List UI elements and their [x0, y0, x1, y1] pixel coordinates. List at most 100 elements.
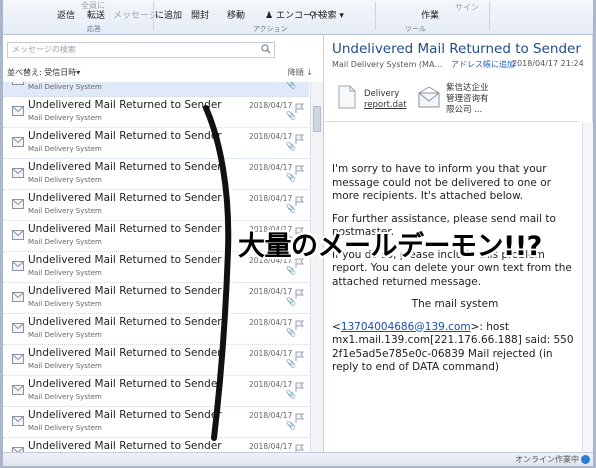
message-date: 2018/04/17 — [249, 132, 293, 141]
status-bar: オンライン作業中 — [3, 452, 593, 466]
add-to-button[interactable]: に追加 — [155, 8, 182, 21]
message-sender: Mail Delivery System — [28, 83, 102, 91]
body-paragraph: <13704004686@139.com>: host mx1.mail.139… — [332, 320, 574, 374]
globe-icon — [581, 455, 590, 464]
message-date: 2018/04/17 — [249, 380, 293, 389]
ribbon-separator — [153, 2, 154, 30]
sort-order[interactable]: 降順 ↓ — [288, 67, 313, 78]
search-icon[interactable] — [261, 44, 271, 54]
envelope-icon — [12, 416, 24, 426]
overlay-caption: 大量のメールデーモン!!? — [238, 231, 542, 262]
ribbon: 返信 全員に 転送 メッセージ 応答 に追加 開封 移動 ♟ エンコード ⚲ 検… — [3, 0, 593, 35]
reading-scrollbar[interactable] — [582, 122, 593, 452]
envelope-icon — [12, 106, 24, 116]
ribbon-separator — [489, 2, 490, 30]
add-contact-link[interactable]: アドレス帳に追加 — [451, 60, 515, 69]
message-sender: Mail Delivery System — [28, 393, 102, 401]
message-subject: Undelivered Mail Returned to Sender — [332, 41, 581, 57]
flag-icon[interactable] — [295, 413, 305, 423]
search-input[interactable]: メッセージの検索 — [7, 42, 275, 58]
message-date: 2018/04/17 — [249, 318, 293, 327]
message-row[interactable]: Undelivered Mail Returned to SenderMail … — [3, 314, 309, 345]
list-scrollbar[interactable] — [310, 82, 323, 454]
recipient-link[interactable]: 13704004686@139.com — [341, 321, 471, 333]
envelope-icon — [12, 261, 24, 271]
message-meta: Mail Delivery System (MA… アドレス帳に追加 2018/… — [332, 59, 584, 70]
encode-icon: ♟ — [265, 11, 274, 21]
message-sender: Mail Delivery System — [28, 207, 102, 215]
message-date: 2018/04/17 — [249, 411, 293, 420]
task-button[interactable]: 作業 — [421, 8, 439, 21]
sender-name[interactable]: Mail Delivery System (MA… — [332, 60, 442, 69]
message-sender: Mail Delivery System — [28, 238, 102, 246]
move-button[interactable]: 移動 — [227, 8, 245, 21]
forward-button[interactable]: 転送 — [87, 8, 105, 21]
message-row[interactable]: Undelivered Mail Returned to SenderMail … — [3, 407, 309, 438]
envelope-icon — [12, 199, 24, 209]
message-row[interactable]: Undelivered Mail Returned to SenderMail … — [3, 345, 309, 376]
message-sender: Mail Delivery System — [28, 300, 102, 308]
message-date: 2018/04/17 — [249, 163, 293, 172]
message-date: 2018/04/17 — [249, 287, 293, 296]
attachment-name: 紫信达企业 管理咨询有 限公司 ... — [446, 83, 489, 115]
envelope-icon — [12, 82, 24, 85]
search-placeholder: メッセージの検索 — [12, 45, 76, 54]
flag-icon[interactable] — [295, 351, 305, 361]
message-date: 2018/04/17 — [249, 194, 293, 203]
reply-button[interactable]: 返信 — [57, 8, 75, 21]
attachment-delivery-report[interactable]: Delivery report.dat — [338, 83, 418, 123]
attachment-icon: 📎 — [286, 82, 296, 89]
message-sender: Mail Delivery System — [28, 145, 102, 153]
ribbon-separator — [375, 2, 376, 30]
envelope-icon — [12, 354, 24, 364]
search-label: 検索 — [318, 11, 337, 21]
flag-icon[interactable] — [295, 382, 305, 392]
flag-icon[interactable] — [295, 196, 305, 206]
flag-icon[interactable] — [295, 320, 305, 330]
envelope-icon — [12, 230, 24, 240]
scrollbar-thumb[interactable] — [313, 106, 321, 132]
sort-label[interactable]: 並べ替え: 受信日時 — [7, 68, 76, 77]
flag-icon[interactable] — [295, 134, 305, 144]
group-tools: ツール — [405, 25, 426, 33]
attachment-name: Delivery report.dat — [364, 89, 407, 110]
envelope-icon — [12, 292, 24, 302]
sign-button[interactable]: サイン — [455, 2, 479, 13]
message-label: メッセージ — [113, 11, 158, 21]
open-button[interactable]: 開封 — [191, 8, 209, 21]
arrow-down-icon: ↓ — [306, 68, 313, 77]
message-row[interactable]: Undelivered Mail Returned to SenderMail … — [3, 97, 309, 128]
attachment-email[interactable]: 紫信达企业 管理咨询有 限公司 ... — [418, 83, 508, 123]
envelope-icon — [12, 168, 24, 178]
message-sender: Mail Delivery System — [28, 331, 102, 339]
header-divider — [324, 121, 580, 122]
message-row[interactable]: Undelivered Mail Returned to SenderMail … — [3, 128, 309, 159]
message-date: 2018/04/17 — [249, 442, 293, 451]
envelope-icon — [418, 87, 440, 108]
message-row[interactable]: Undelivered Mail Returned to SenderMail … — [3, 159, 309, 190]
message-list: Undelivered Mail Returned to SenderMail … — [3, 82, 309, 454]
message-date: 2018/04/17 — [249, 101, 293, 110]
message-row[interactable]: Undelivered Mail Returned to SenderMail … — [3, 82, 309, 97]
search-button[interactable]: ⚲ 検索 ▾ — [309, 8, 344, 21]
group-respond: 応答 — [87, 25, 101, 33]
message-row[interactable]: Undelivered Mail Returned to SenderMail … — [3, 376, 309, 407]
status-text: オンライン作業中 — [515, 455, 579, 464]
message-sender: Mail Delivery System — [28, 424, 102, 432]
hand-drawn-stroke — [203, 105, 232, 441]
flag-icon[interactable] — [295, 289, 305, 299]
message-sender: Mail Delivery System — [28, 176, 102, 184]
message-row[interactable]: Undelivered Mail Returned to SenderMail … — [3, 190, 309, 221]
message-sender: Mail Delivery System — [28, 269, 102, 277]
message-sender: Mail Delivery System — [28, 114, 102, 122]
flag-icon[interactable] — [295, 103, 305, 113]
sort-bar[interactable]: 並べ替え: 受信日時▾ 降順 ↓ — [7, 67, 319, 79]
message-row[interactable]: Undelivered Mail Returned to SenderMail … — [3, 283, 309, 314]
binoculars-icon: ⚲ — [309, 11, 316, 21]
envelope-icon — [12, 323, 24, 333]
message-body: I'm sorry to have to inform you that you… — [332, 163, 578, 384]
group-action: アクション — [253, 25, 288, 33]
message-date: 2018/04/17 — [249, 349, 293, 358]
envelope-icon — [12, 385, 24, 395]
flag-icon[interactable] — [295, 165, 305, 175]
